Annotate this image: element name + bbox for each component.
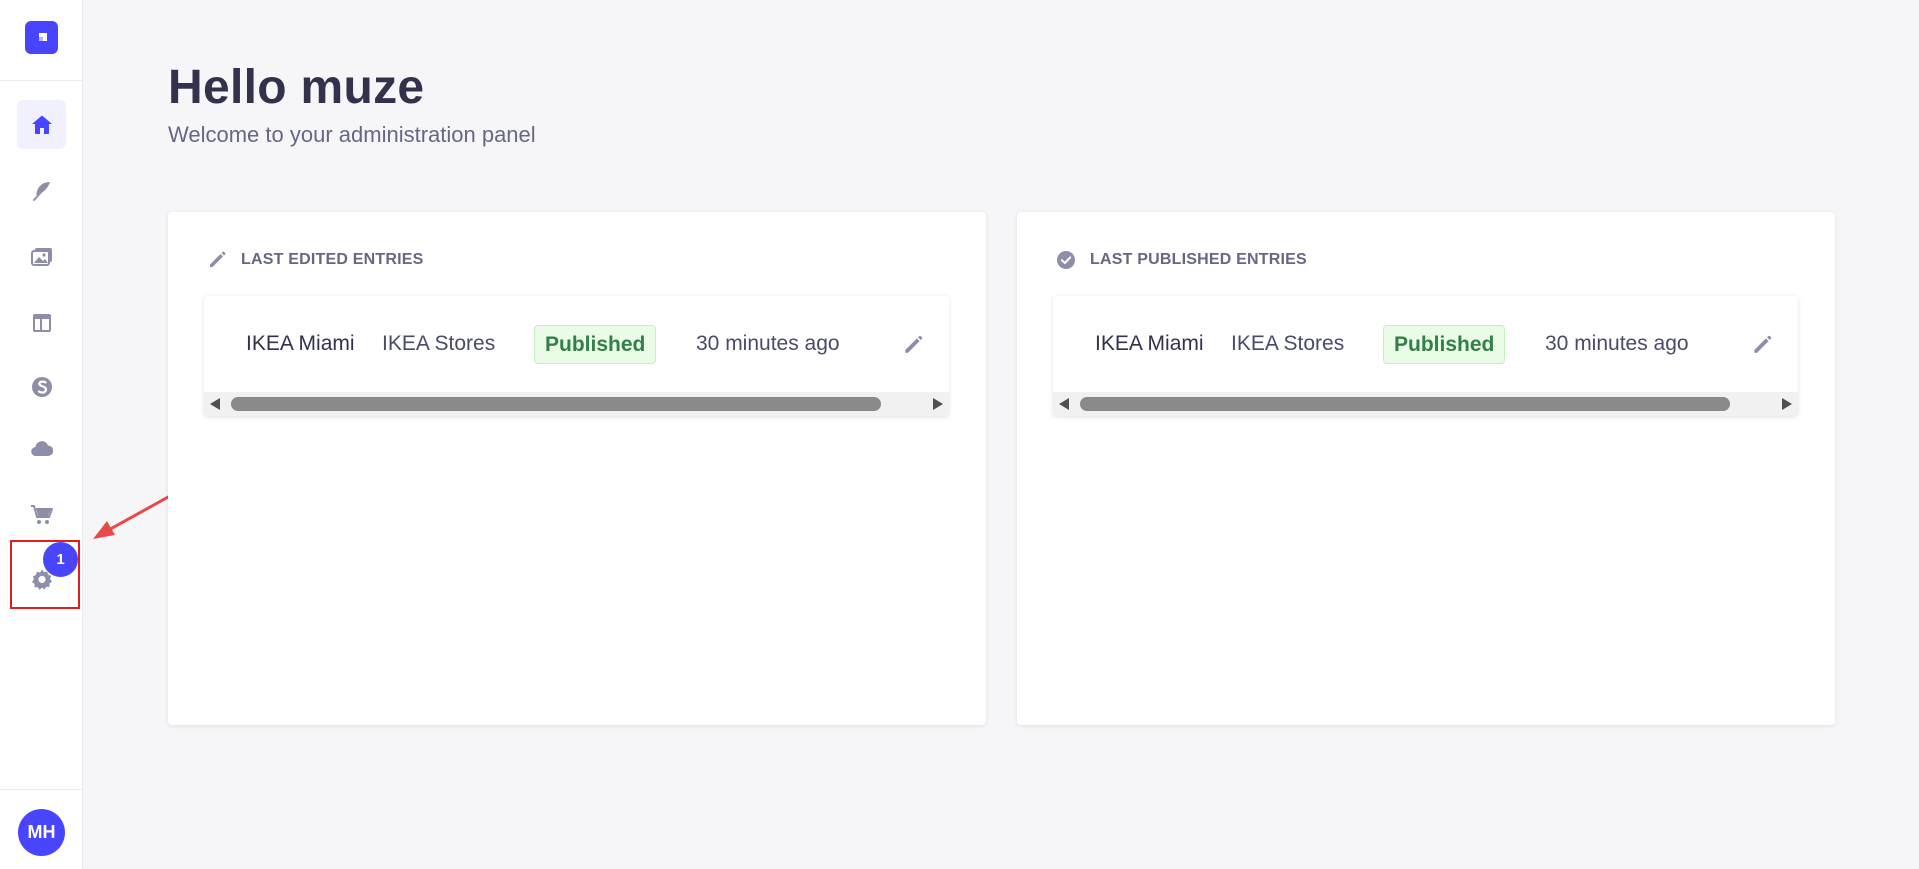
horizontal-scrollbar[interactable] xyxy=(1053,392,1798,416)
entry-time: 30 minutes ago xyxy=(696,332,840,355)
strapi-logo-icon[interactable] xyxy=(25,21,58,54)
status-badge: Published xyxy=(1383,325,1506,364)
edit-pencil-icon[interactable] xyxy=(902,334,924,356)
status-badge: Published xyxy=(534,325,657,364)
nav-content-type-builder[interactable] xyxy=(17,298,66,347)
page-subtitle: Welcome to your administration panel xyxy=(168,122,536,147)
last-edited-title: LAST EDITED ENTRIES xyxy=(241,251,424,268)
last-edited-header: LAST EDITED ENTRIES xyxy=(207,250,423,270)
scroll-left-arrow-icon[interactable] xyxy=(210,398,220,410)
cloud-icon xyxy=(30,440,53,456)
main-sidebar: 1 MH xyxy=(0,0,83,869)
s-logo-icon xyxy=(31,376,52,397)
scroll-thumb[interactable] xyxy=(231,397,881,411)
nav-home[interactable] xyxy=(17,100,66,149)
home-icon xyxy=(31,115,52,134)
entry-time: 30 minutes ago xyxy=(1545,332,1689,355)
last-published-header: LAST PUBLISHED ENTRIES xyxy=(1056,250,1307,270)
entry-name: IKEA Miami xyxy=(246,332,355,355)
scroll-thumb[interactable] xyxy=(1080,397,1730,411)
last-edited-entries-table: IKEA Miami IKEA Stores Published 30 minu… xyxy=(204,296,949,416)
layout-icon xyxy=(32,313,51,332)
image-icon xyxy=(30,247,52,266)
last-published-title: LAST PUBLISHED ENTRIES xyxy=(1090,251,1307,268)
entry-content-type: IKEA Stores xyxy=(1231,332,1345,355)
table-row[interactable]: IKEA Miami IKEA Stores Published 30 minu… xyxy=(1053,296,1798,392)
entry-name: IKEA Miami xyxy=(1095,332,1204,355)
user-avatar[interactable]: MH xyxy=(18,809,65,856)
annotation-highlight-box xyxy=(10,540,80,609)
edit-pencil-icon[interactable] xyxy=(1751,334,1773,356)
feather-icon xyxy=(32,181,50,201)
scroll-left-arrow-icon[interactable] xyxy=(1059,398,1069,410)
logo-divider xyxy=(0,80,83,81)
nav-marketplace[interactable] xyxy=(17,490,66,539)
nav-cloud[interactable] xyxy=(17,424,66,473)
scroll-right-arrow-icon[interactable] xyxy=(1782,398,1792,410)
sidebar-bottom-divider xyxy=(0,789,83,790)
last-published-entries-table: IKEA Miami IKEA Stores Published 30 minu… xyxy=(1053,296,1798,416)
horizontal-scrollbar[interactable] xyxy=(204,392,949,416)
nav-plugin-s[interactable] xyxy=(17,362,66,411)
table-row[interactable]: IKEA Miami IKEA Stores Published 30 minu… xyxy=(204,296,949,392)
nav-media-library[interactable] xyxy=(17,232,66,281)
pencil-icon xyxy=(210,251,226,267)
cart-icon xyxy=(30,504,53,524)
last-edited-card: LAST EDITED ENTRIES IKEA Miami IKEA Stor… xyxy=(168,212,986,725)
last-published-card: LAST PUBLISHED ENTRIES IKEA Miami IKEA S… xyxy=(1017,212,1835,725)
nav-content-manager[interactable] xyxy=(17,166,66,215)
check-circle-icon xyxy=(1057,251,1075,269)
entry-content-type: IKEA Stores xyxy=(382,332,496,355)
scroll-right-arrow-icon[interactable] xyxy=(933,398,943,410)
page-title: Hello muze xyxy=(168,61,425,114)
